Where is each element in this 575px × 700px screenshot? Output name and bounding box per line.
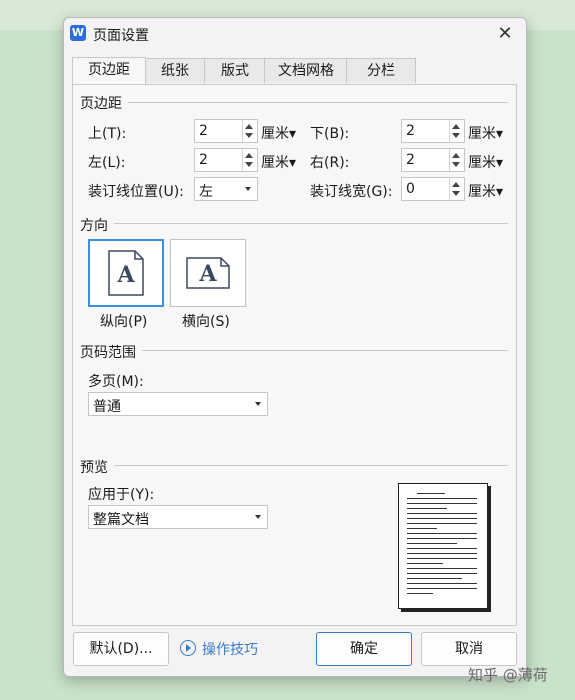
top-margin-label: 上(T): (88, 126, 127, 142)
gutter-width-unit[interactable]: 厘米▾ (468, 181, 503, 201)
apply-to-label: 应用于(Y): (88, 487, 155, 503)
cancel-button[interactable]: 取消 (421, 632, 517, 666)
orientation-section-title: 方向 (80, 218, 108, 234)
play-circle-icon (180, 640, 196, 656)
apply-to-select[interactable]: 整篇文档 (88, 505, 268, 529)
spin-arrows[interactable] (242, 149, 257, 171)
right-margin-label: 右(R): (310, 155, 350, 171)
top-margin-value: 2 (199, 123, 208, 139)
svg-text:A: A (116, 262, 135, 288)
landscape-label[interactable]: 横向(S) (182, 311, 230, 331)
section-divider (114, 465, 508, 466)
chevron-down-icon (245, 187, 251, 191)
watermark-text: 知乎 @薄荷 (468, 666, 548, 684)
left-margin-value: 2 (199, 152, 208, 168)
spin-arrows[interactable] (449, 178, 464, 200)
page-preview (398, 483, 488, 609)
tips-link[interactable]: 操作技巧 (180, 639, 258, 659)
landscape-option[interactable]: A (170, 239, 246, 307)
dialog-title: 页面设置 (93, 28, 149, 44)
bottom-margin-stepper[interactable]: 2 (401, 119, 465, 143)
gutter-width-stepper[interactable]: 0 (401, 177, 465, 201)
left-margin-stepper[interactable]: 2 (194, 148, 258, 172)
right-margin-unit[interactable]: 厘米▾ (468, 152, 503, 172)
left-margin-label: 左(L): (88, 155, 126, 171)
section-divider (128, 102, 508, 103)
section-divider (142, 350, 508, 351)
margins-section-title: 页边距 (80, 96, 122, 112)
top-margin-unit[interactable]: 厘米▾ (261, 123, 296, 143)
tab-layout[interactable]: 版式 (204, 58, 266, 83)
bottom-margin-value: 2 (406, 123, 415, 139)
close-icon[interactable]: ✕ (492, 21, 518, 47)
apply-to-value: 整篇文档 (93, 512, 149, 528)
ok-button[interactable]: 确定 (316, 632, 412, 666)
default-button[interactable]: 默认(D)... (73, 632, 169, 666)
multiple-pages-select[interactable]: 普通 (88, 392, 268, 416)
right-margin-value: 2 (406, 152, 415, 168)
preview-section-title: 预览 (80, 460, 108, 476)
tab-paper[interactable]: 纸张 (144, 58, 206, 83)
portrait-option[interactable]: A (88, 239, 164, 307)
landscape-page-icon: A (186, 257, 230, 289)
tab-document-grid[interactable]: 文档网格 (264, 58, 348, 83)
gutter-width-label: 装订线宽(G): (310, 184, 393, 200)
svg-text:A: A (198, 261, 217, 287)
multiple-pages-value: 普通 (93, 399, 121, 415)
section-divider (114, 223, 508, 224)
tips-label: 操作技巧 (202, 642, 258, 658)
left-margin-unit[interactable]: 厘米▾ (261, 152, 296, 172)
spin-arrows[interactable] (449, 149, 464, 171)
chevron-down-icon (255, 515, 261, 519)
tab-margins[interactable]: 页边距 (72, 57, 146, 84)
gutter-position-value: 左 (199, 184, 213, 200)
spin-arrows[interactable] (242, 120, 257, 142)
page-setup-dialog: W 页面设置 ✕ 页边距 纸张 版式 文档网格 分栏 页边距 上(T): 2 厘… (63, 17, 527, 677)
gutter-position-label: 装订线位置(U): (88, 184, 184, 200)
chevron-down-icon (255, 402, 261, 406)
gutter-width-value: 0 (406, 181, 415, 197)
right-margin-stepper[interactable]: 2 (401, 148, 465, 172)
title-bar: W 页面设置 ✕ (64, 18, 526, 50)
bottom-margin-unit[interactable]: 厘米▾ (468, 123, 503, 143)
portrait-page-icon: A (108, 250, 144, 296)
gutter-position-select[interactable]: 左 (194, 177, 258, 201)
top-margin-stepper[interactable]: 2 (194, 119, 258, 143)
page-range-section-title: 页码范围 (80, 345, 136, 361)
portrait-label[interactable]: 纵向(P) (100, 311, 147, 331)
tab-columns[interactable]: 分栏 (346, 58, 416, 83)
bottom-margin-label: 下(B): (310, 126, 350, 142)
wps-writer-icon: W (70, 25, 86, 41)
spin-arrows[interactable] (449, 120, 464, 142)
multiple-pages-label: 多页(M): (88, 374, 144, 390)
